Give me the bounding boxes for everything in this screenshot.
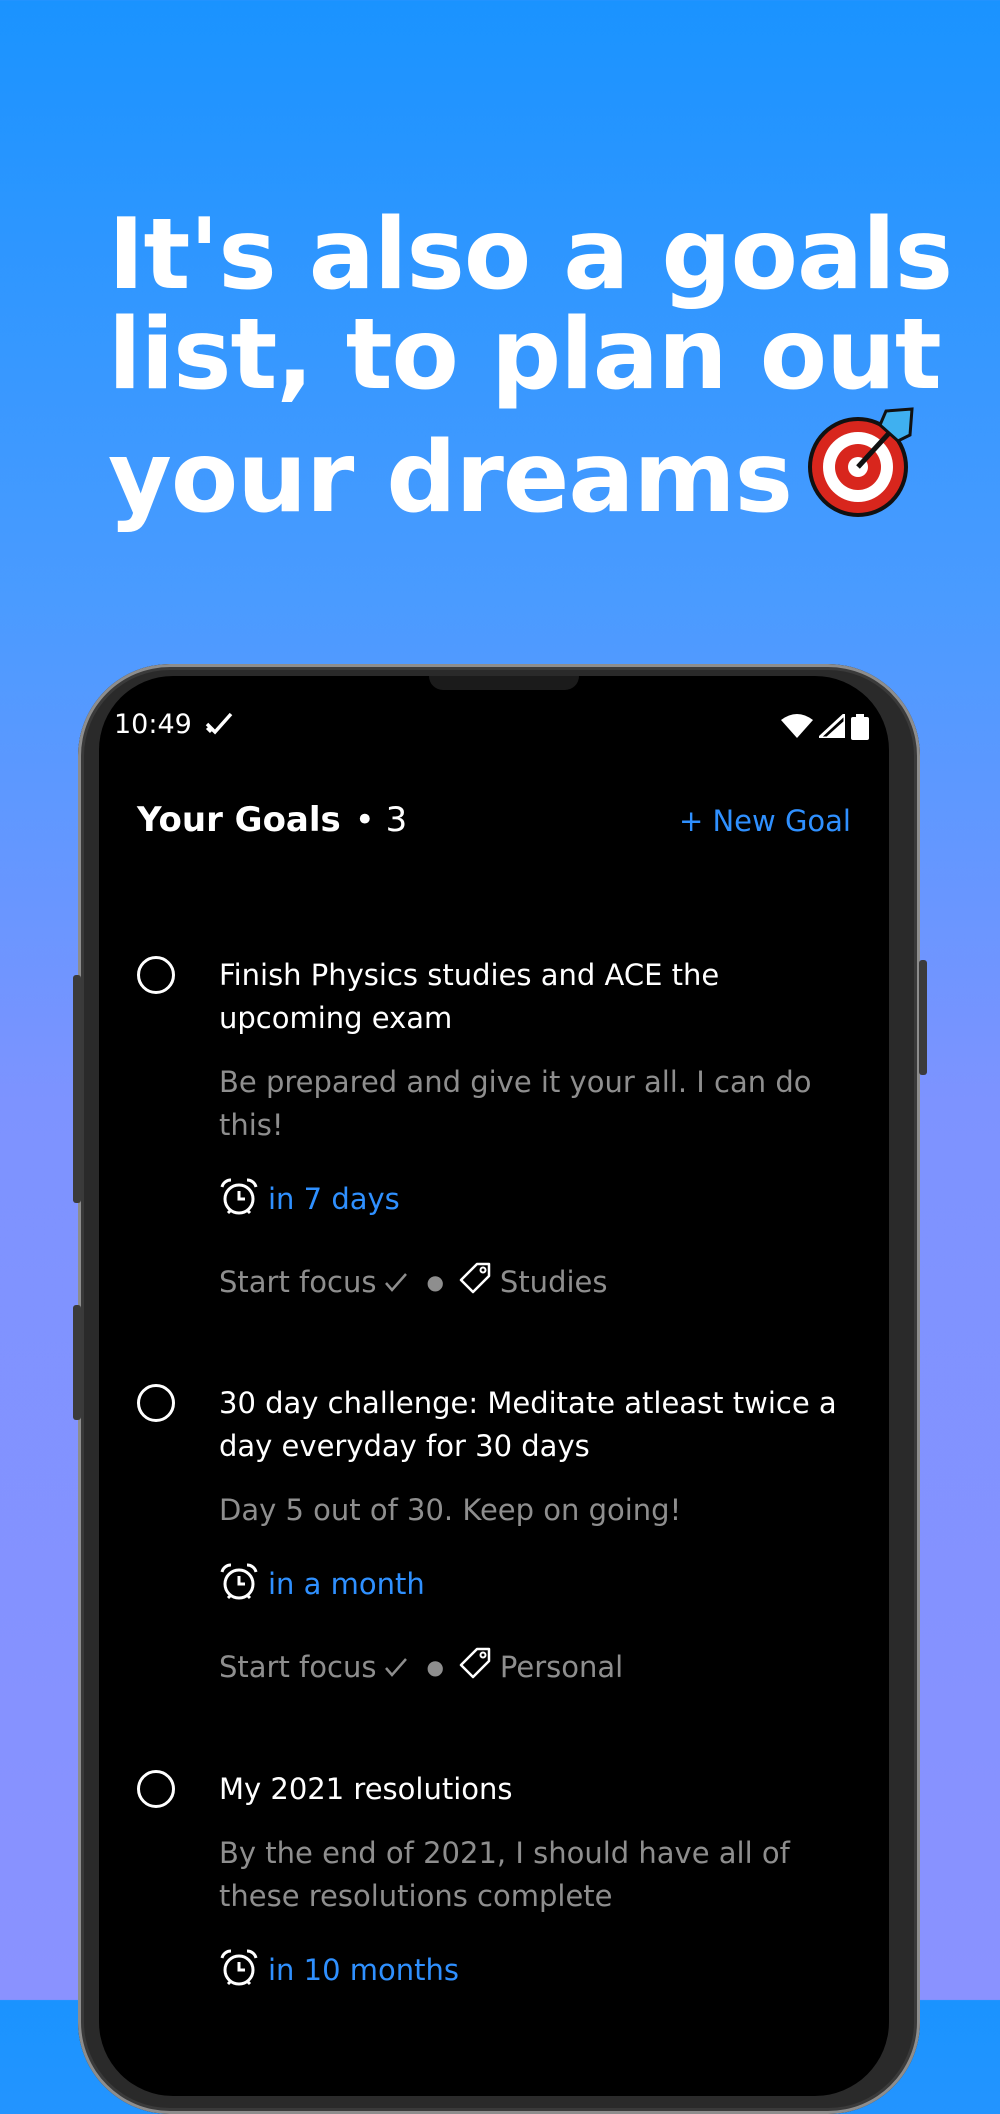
tag-icon — [458, 1646, 492, 1687]
goal-description: Be prepared and give it your all. I can … — [219, 1065, 812, 1142]
goal-title: Finish Physics studies and ACE the upcom… — [219, 958, 720, 1035]
phone-screen: 10:49 Your Goals • 3 + New Goal Finish Ph… — [99, 676, 889, 2096]
goal-due: in a month — [219, 1562, 859, 1606]
goal-due-text: in 10 months — [268, 1953, 460, 1987]
goal-due: in 10 months — [219, 1948, 859, 1992]
check-icon — [205, 712, 233, 740]
goal-description: By the end of 2021, I should have all of… — [219, 1836, 790, 1913]
goal-due-text: in a month — [268, 1567, 425, 1601]
start-focus-button[interactable]: Start focus — [219, 1265, 376, 1299]
direct-hit-target-icon — [806, 405, 918, 534]
alarm-clock-icon — [219, 1562, 259, 1606]
meta-separator: ● — [426, 1654, 444, 1679]
meta-separator: ● — [426, 1269, 444, 1294]
new-goal-button[interactable]: + New Goal — [679, 804, 851, 838]
promo-headline: It's also a goals list, to plan out your… — [108, 205, 968, 534]
wifi-icon — [781, 714, 813, 744]
signal-icon — [815, 710, 847, 744]
alarm-clock-icon — [219, 1948, 259, 1992]
tag-icon — [458, 1261, 492, 1302]
goal-title: My 2021 resolutions — [219, 1772, 513, 1806]
goal-body: Finish Physics studies and ACE the upcom… — [219, 954, 859, 1302]
goal-body: 30 day challenge: Meditate atleast twice… — [219, 1382, 859, 1687]
goal-complete-checkbox[interactable] — [137, 1384, 175, 1422]
goal-due-text: in 7 days — [268, 1182, 400, 1216]
headline-line-3-text: your dreams — [108, 421, 793, 535]
goal-tag[interactable]: Personal — [500, 1650, 623, 1684]
goals-title: Your Goals — [137, 800, 341, 840]
goal-tag[interactable]: Studies — [500, 1265, 608, 1299]
status-time: 10:49 — [114, 709, 192, 740]
check-icon — [384, 1265, 408, 1299]
goal-complete-checkbox[interactable] — [137, 956, 175, 994]
goals-header: Your Goals • 3 + New Goal — [137, 800, 851, 850]
goal-title: 30 day challenge: Meditate atleast twice… — [219, 1386, 837, 1463]
goal-body: My 2021 resolutions By the end of 2021, … — [219, 1768, 859, 1992]
goal-description: Day 5 out of 30. Keep on going! — [219, 1493, 682, 1527]
alarm-clock-icon — [219, 1177, 259, 1221]
battery-icon — [851, 714, 869, 744]
status-bar: 10:49 — [99, 706, 889, 746]
headline-line-2: list, to plan out — [108, 298, 942, 412]
goals-count: • 3 — [354, 800, 408, 840]
goal-complete-checkbox[interactable] — [137, 1770, 175, 1808]
goal-meta: Start focus ● Studies — [219, 1261, 859, 1302]
goal-meta: Start focus ● Personal — [219, 1646, 859, 1687]
status-icons — [781, 710, 869, 744]
goal-due: in 7 days — [219, 1177, 859, 1221]
phone-side-button-right — [919, 960, 927, 1075]
phone-side-button-left-2 — [73, 1305, 81, 1420]
phone-notch — [429, 676, 579, 690]
phone-side-button-left-1 — [73, 975, 81, 1203]
start-focus-button[interactable]: Start focus — [219, 1650, 376, 1684]
check-icon — [384, 1650, 408, 1684]
headline-line-1: It's also a goals — [108, 198, 953, 312]
headline-line-3: your dreams — [108, 405, 968, 534]
